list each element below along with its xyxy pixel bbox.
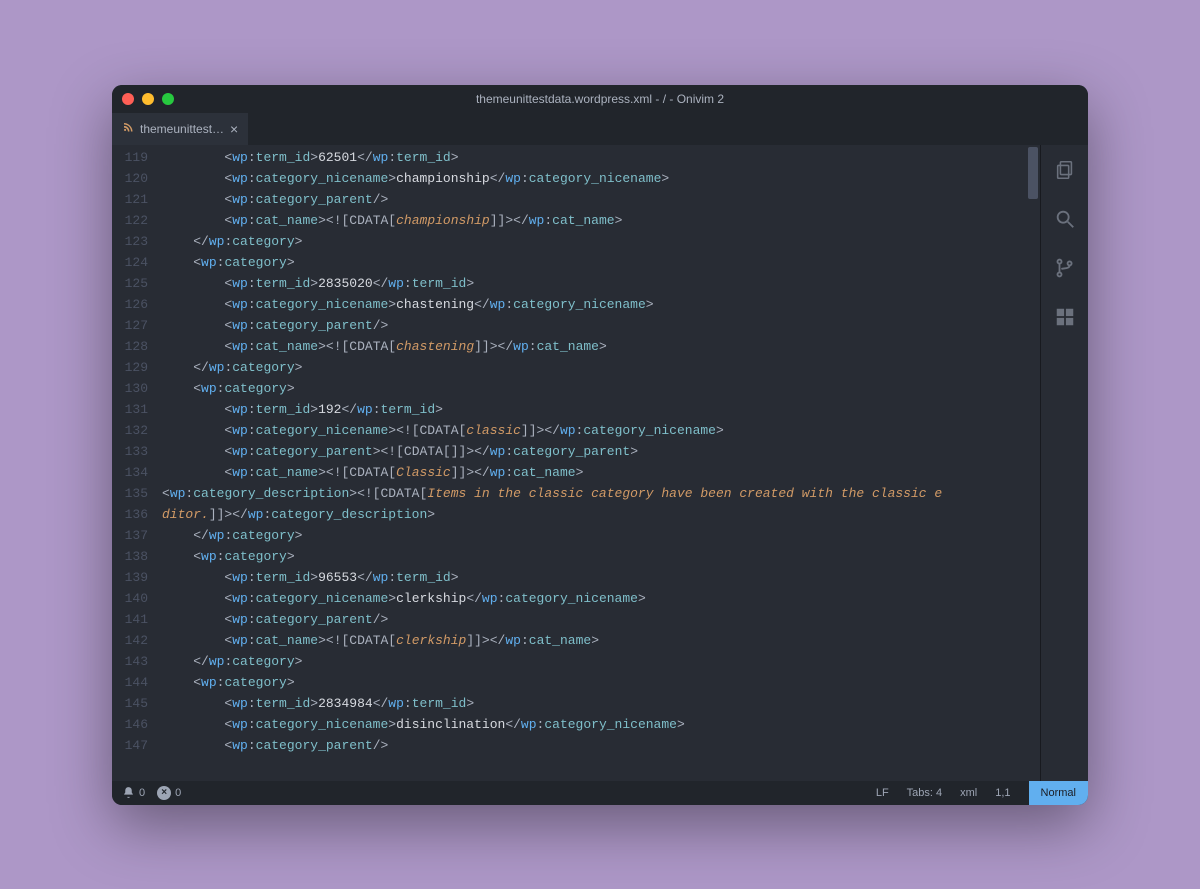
- code-line: <wp:category_nicename><![CDATA[classic]]…: [156, 420, 1024, 441]
- error-icon: ×: [157, 786, 171, 800]
- line-gutter: 1191201211221231241251261271281291301311…: [112, 145, 156, 781]
- code-line: <wp:category_parent/>: [156, 315, 1024, 336]
- errors-count: 0: [175, 787, 181, 799]
- line-number: 121: [112, 189, 156, 210]
- line-number: 142: [112, 630, 156, 651]
- line-number: 146: [112, 714, 156, 735]
- line-number: 131: [112, 399, 156, 420]
- code-line: </wp:category>: [156, 231, 1024, 252]
- lang-status[interactable]: xml: [960, 787, 977, 799]
- cursor-pos-status[interactable]: 1,1: [995, 787, 1010, 799]
- files-icon[interactable]: [1054, 159, 1076, 186]
- line-number: 126: [112, 294, 156, 315]
- code-line: <wp:term_id>192</wp:term_id>: [156, 399, 1024, 420]
- code-line: <wp:category_description><![CDATA[Items …: [156, 483, 1024, 504]
- code-line: <wp:category_parent/>: [156, 189, 1024, 210]
- git-branch-icon[interactable]: [1054, 257, 1076, 284]
- maximize-window-button[interactable]: [162, 93, 174, 105]
- line-number: 139: [112, 567, 156, 588]
- code-area[interactable]: <wp:term_id>62501</wp:term_id> <wp:categ…: [156, 145, 1024, 781]
- line-number: 133: [112, 441, 156, 462]
- line-number: 147: [112, 735, 156, 756]
- line-number: 120: [112, 168, 156, 189]
- line-number: 134: [112, 462, 156, 483]
- line-number: 127: [112, 315, 156, 336]
- code-line: <wp:category_nicename>disinclination</wp…: [156, 714, 1024, 735]
- editor[interactable]: 1191201211221231241251261271281291301311…: [112, 145, 1040, 781]
- eol-status[interactable]: LF: [876, 787, 889, 799]
- code-line: <wp:category_nicename>championship</wp:c…: [156, 168, 1024, 189]
- line-number: 124: [112, 252, 156, 273]
- line-number: 132: [112, 420, 156, 441]
- line-number: 137: [112, 525, 156, 546]
- code-line: <wp:category>: [156, 546, 1024, 567]
- line-number: 145: [112, 693, 156, 714]
- code-line: <wp:cat_name><![CDATA[clerkship]]></wp:c…: [156, 630, 1024, 651]
- vim-mode-status[interactable]: Normal: [1029, 781, 1088, 805]
- line-number: 135: [112, 483, 156, 504]
- tab-label: themeunittest…: [140, 122, 224, 136]
- errors-status[interactable]: × 0: [157, 786, 181, 800]
- minimize-window-button[interactable]: [142, 93, 154, 105]
- code-line: <wp:category>: [156, 252, 1024, 273]
- line-number: 130: [112, 378, 156, 399]
- line-number: 128: [112, 336, 156, 357]
- minimap[interactable]: [1024, 145, 1040, 781]
- editor-body: 1191201211221231241251261271281291301311…: [112, 145, 1088, 781]
- tabs-status[interactable]: Tabs: 4: [907, 787, 942, 799]
- code-line: ditor.]]></wp:category_description>: [156, 504, 1024, 525]
- rss-icon: [122, 121, 134, 136]
- extensions-icon[interactable]: [1054, 306, 1076, 333]
- bell-icon: [122, 786, 135, 799]
- line-number: 136: [112, 504, 156, 525]
- notifications-status[interactable]: 0: [122, 786, 145, 799]
- line-number: 122: [112, 210, 156, 231]
- close-window-button[interactable]: [122, 93, 134, 105]
- code-line: <wp:category_parent/>: [156, 735, 1024, 756]
- code-line: <wp:category>: [156, 672, 1024, 693]
- code-line: <wp:cat_name><![CDATA[championship]]></w…: [156, 210, 1024, 231]
- line-number: 138: [112, 546, 156, 567]
- code-line: <wp:term_id>2834984</wp:term_id>: [156, 693, 1024, 714]
- code-line: <wp:cat_name><![CDATA[Classic]]></wp:cat…: [156, 462, 1024, 483]
- titlebar: themeunittestdata.wordpress.xml - / - On…: [112, 85, 1088, 113]
- line-number: 140: [112, 588, 156, 609]
- window: themeunittestdata.wordpress.xml - / - On…: [112, 85, 1088, 805]
- code-line: </wp:category>: [156, 525, 1024, 546]
- activity-bar: [1040, 145, 1088, 781]
- tab-bar: themeunittest… ×: [112, 113, 1088, 145]
- line-number: 125: [112, 273, 156, 294]
- close-icon[interactable]: ×: [230, 121, 238, 137]
- traffic-lights: [122, 93, 174, 105]
- line-number: 144: [112, 672, 156, 693]
- status-bar: 0 × 0 LF Tabs: 4 xml 1,1 Normal: [112, 781, 1088, 805]
- window-title: themeunittestdata.wordpress.xml - / - On…: [112, 92, 1088, 106]
- line-number: 129: [112, 357, 156, 378]
- search-icon[interactable]: [1054, 208, 1076, 235]
- tab-themeunittest[interactable]: themeunittest… ×: [112, 113, 248, 145]
- code-line: <wp:cat_name><![CDATA[chastening]]></wp:…: [156, 336, 1024, 357]
- code-line: </wp:category>: [156, 651, 1024, 672]
- minimap-thumb[interactable]: [1028, 147, 1038, 199]
- notifications-count: 0: [139, 787, 145, 799]
- code-line: <wp:term_id>62501</wp:term_id>: [156, 147, 1024, 168]
- code-line: <wp:term_id>2835020</wp:term_id>: [156, 273, 1024, 294]
- code-line: <wp:term_id>96553</wp:term_id>: [156, 567, 1024, 588]
- line-number: 141: [112, 609, 156, 630]
- code-line: <wp:category_nicename>clerkship</wp:cate…: [156, 588, 1024, 609]
- code-line: <wp:category_parent><![CDATA[]]></wp:cat…: [156, 441, 1024, 462]
- code-line: <wp:category_nicename>chastening</wp:cat…: [156, 294, 1024, 315]
- line-number: 119: [112, 147, 156, 168]
- code-line: </wp:category>: [156, 357, 1024, 378]
- line-number: 143: [112, 651, 156, 672]
- code-line: <wp:category>: [156, 378, 1024, 399]
- line-number: 123: [112, 231, 156, 252]
- code-line: <wp:category_parent/>: [156, 609, 1024, 630]
